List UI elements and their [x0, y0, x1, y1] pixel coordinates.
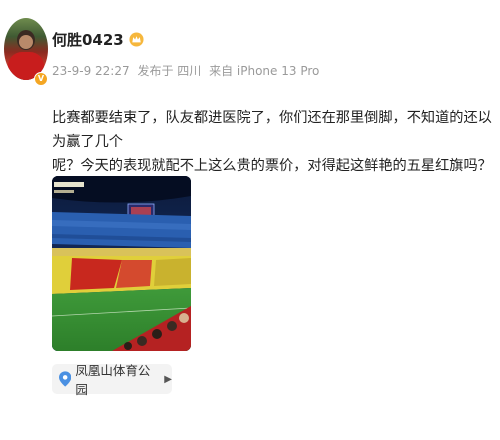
post-text-line: 比赛都要结束了，队友都进医院了，你们还在那里倒脚，不知道的还以为赢了几个	[52, 110, 492, 150]
crown-icon	[129, 32, 144, 47]
stadium-photo	[52, 176, 191, 351]
username-row[interactable]: 何胜0423	[52, 29, 144, 50]
location-pin-icon	[59, 371, 72, 387]
username[interactable]: 何胜0423	[52, 29, 124, 50]
location-label: 凤凰山体育公园	[75, 363, 151, 397]
post-meta: 23-9-9 22:27 发布于 四川 来自 iPhone 13 Pro	[52, 62, 323, 79]
chevron-right-icon: ▶	[164, 373, 172, 385]
location-tag[interactable]: 凤凰山体育公园 ▶	[52, 363, 172, 397]
post-body: 比赛都要结束了，队友都进医院了，你们还在那里倒脚，不知道的还以为赢了几个 呢？今…	[52, 106, 498, 178]
post-region: 发布于 四川	[137, 64, 202, 78]
post-text-line: 呢？今天的表现就配不上这么贵的票价，对得起这鲜艳的五星红旗吗？	[52, 158, 492, 174]
post-device: 来自 iPhone 13 Pro	[209, 64, 320, 78]
avatar[interactable]	[4, 18, 48, 80]
post-photo[interactable]	[52, 176, 191, 351]
verified-badge-icon: V	[34, 72, 48, 86]
avatar-face	[19, 35, 33, 49]
post-time: 23-9-9 22:27	[52, 64, 130, 78]
